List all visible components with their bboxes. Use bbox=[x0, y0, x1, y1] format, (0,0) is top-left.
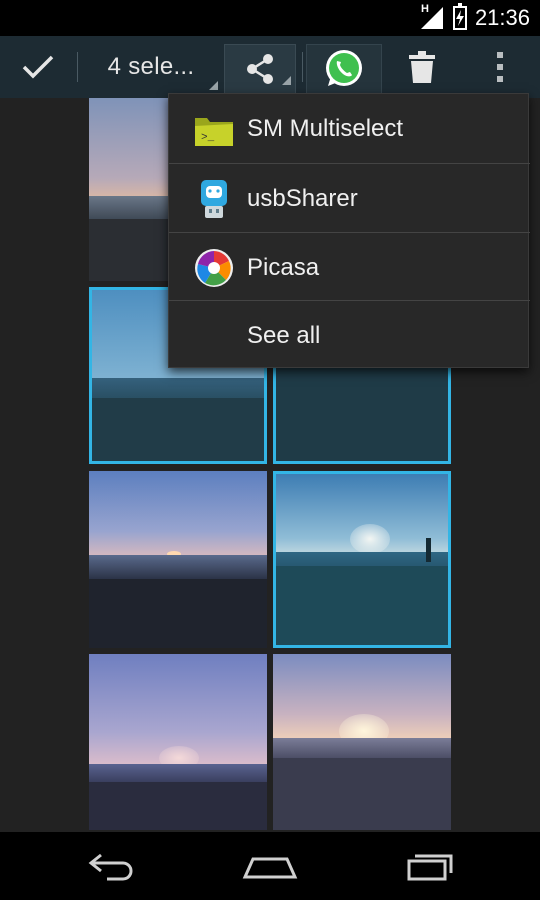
done-button[interactable] bbox=[0, 36, 76, 98]
delete-button[interactable] bbox=[390, 36, 454, 98]
recent-apps-icon bbox=[407, 854, 453, 881]
recent-apps-button[interactable] bbox=[400, 846, 460, 886]
contextual-action-bar: 4 sele... bbox=[0, 36, 540, 102]
share-menu-item-picasa[interactable]: Picasa bbox=[169, 233, 530, 302]
usb-android-icon bbox=[201, 180, 227, 218]
dropdown-indicator-icon bbox=[209, 81, 218, 90]
divider bbox=[302, 52, 303, 82]
share-menu-item-label: Picasa bbox=[247, 253, 320, 281]
selection-count-label: 4 sele... bbox=[107, 53, 195, 80]
share-dropdown-indicator-icon bbox=[282, 76, 291, 85]
back-icon bbox=[88, 853, 133, 881]
signal-icon: H bbox=[419, 3, 445, 31]
divider bbox=[77, 52, 78, 82]
share-menu-item-label: usbSharer bbox=[247, 184, 358, 212]
folder-app-icon: >_ bbox=[195, 118, 233, 146]
battery-charging-icon bbox=[452, 3, 467, 30]
clock: 21:36 bbox=[474, 5, 530, 30]
picasa-icon bbox=[195, 249, 233, 287]
selection-count-dropdown[interactable]: 4 sele... bbox=[80, 36, 222, 98]
whatsapp-share-button[interactable] bbox=[306, 44, 382, 94]
svg-text:>_: >_ bbox=[201, 132, 215, 144]
photo-thumbnail-selected[interactable] bbox=[273, 471, 451, 648]
done-check-icon bbox=[22, 55, 54, 79]
home-button[interactable] bbox=[240, 846, 300, 886]
whatsapp-icon bbox=[326, 50, 362, 86]
navigation-bar bbox=[0, 832, 540, 900]
back-button[interactable] bbox=[82, 846, 142, 886]
overflow-menu-icon bbox=[497, 52, 503, 82]
share-menu-item-see-all[interactable]: See all bbox=[169, 301, 530, 370]
home-icon bbox=[242, 857, 298, 879]
photo-thumbnail[interactable] bbox=[273, 654, 451, 830]
share-menu-item-label: SM Multiselect bbox=[247, 114, 404, 142]
share-menu-item-label: See all bbox=[247, 321, 321, 349]
share-menu-item-sm-multiselect[interactable]: >_ SM Multiselect bbox=[169, 94, 530, 163]
share-icon bbox=[247, 54, 273, 84]
photo-thumbnail[interactable] bbox=[89, 471, 267, 648]
share-button[interactable] bbox=[224, 44, 296, 94]
share-menu-item-usbsharer[interactable]: usbSharer bbox=[169, 164, 530, 233]
share-menu: >_ SM Multiselect usbSharer Picasa See a… bbox=[168, 93, 530, 370]
delete-trash-icon bbox=[409, 51, 435, 83]
overflow-menu-button[interactable] bbox=[472, 36, 528, 98]
status-bar: H 21:36 bbox=[0, 0, 540, 36]
photo-thumbnail[interactable] bbox=[89, 654, 267, 830]
